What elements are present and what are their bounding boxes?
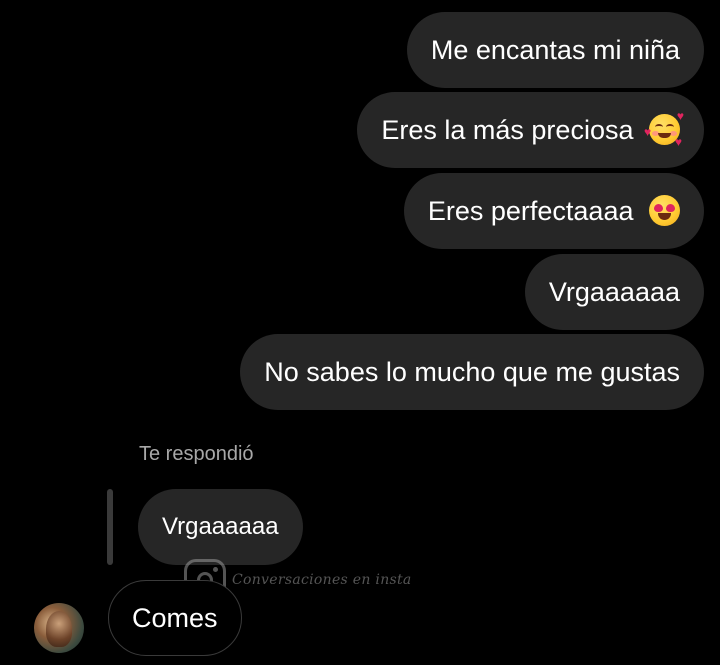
sent-message-bubble[interactable]: No sabes lo mucho que me gustas — [240, 334, 704, 410]
quoted-message-bubble[interactable]: Vrgaaaaaa — [138, 489, 303, 565]
message-text: Me encantas mi niña — [430, 35, 680, 65]
sent-message-bubble[interactable]: Me encantas mi niña — [406, 12, 704, 88]
message-text: Vrgaaaaaa — [548, 277, 680, 307]
heart-eyes-icon — [649, 195, 680, 227]
message-text: No sabes lo mucho que me gustas — [264, 357, 680, 387]
contact-avatar[interactable] — [34, 603, 84, 653]
reply-label: Te respondió — [139, 443, 254, 465]
message-text: Eres la más preciosa — [381, 115, 634, 145]
received-message-bubble[interactable]: Comes — [108, 580, 242, 656]
sent-message-bubble[interactable]: Eres la más preciosa ♥ ♥ ♥ — [357, 92, 704, 168]
sent-message-bubble[interactable]: Vrgaaaaaa — [524, 254, 704, 330]
message-text: Comes — [132, 603, 218, 633]
quoted-message-text: Vrgaaaaaa — [162, 513, 279, 540]
watermark-text: Conversaciones en insta — [232, 572, 412, 588]
message-text: Eres perfectaaaa — [427, 196, 634, 226]
sent-message-bubble[interactable]: Eres perfectaaaa — [403, 173, 704, 249]
smiling-face-with-hearts-icon: ♥ ♥ ♥ — [644, 109, 684, 150]
reply-indicator-bar — [107, 489, 113, 565]
